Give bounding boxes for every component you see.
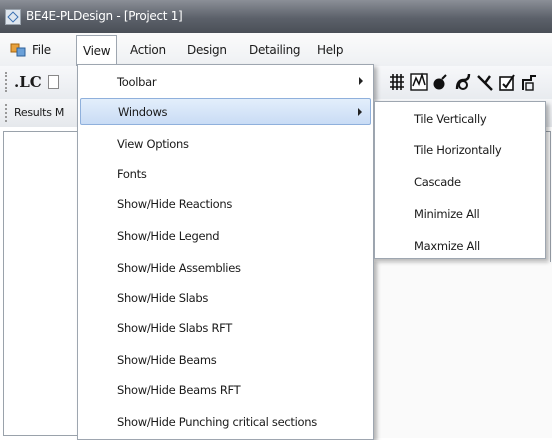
toolbar-grip[interactable] (5, 104, 9, 122)
view-menu-item-show-hide-legend[interactable]: Show/Hide Legend (80, 222, 371, 249)
menu-item-label: Show/Hide Beams RFT (117, 382, 241, 397)
menu-item-label: View Options (117, 136, 189, 151)
menu-item-label: Toolbar (117, 74, 157, 89)
menu-item-label: Show/Hide Reactions (117, 196, 233, 211)
menu-item-label: Show/Hide Assemblies (117, 260, 241, 275)
menu-item-label: Windows (118, 104, 168, 119)
menu-file[interactable]: File (32, 43, 51, 57)
windows-submenu-item-tile-horizontally[interactable]: Tile Horizontally (377, 136, 543, 163)
windows-submenu: Tile Vertically Tile Horizontally Cascade M… (374, 101, 546, 259)
menu-item-label: Fonts (117, 166, 147, 181)
results-button[interactable]: Results M (14, 106, 64, 119)
menu-help[interactable]: Help (317, 43, 343, 57)
view-menu-item-show-hide-punching-critical-sections[interactable]: Show/Hide Punching critical sections (80, 408, 371, 435)
menu-view[interactable]: View (76, 35, 118, 66)
angle-icon[interactable] (476, 72, 494, 92)
menu-action[interactable]: Action (130, 43, 166, 57)
view-menu-item-fonts[interactable]: Fonts (80, 160, 371, 187)
bomb-icon[interactable] (432, 72, 450, 92)
graph-icon[interactable] (410, 72, 428, 92)
view-menu: Toolbar Windows View Options Fonts Show/Hide… (77, 64, 374, 440)
windows-submenu-item-tile-vertically[interactable]: Tile Vertically (377, 105, 543, 132)
menu-item-label: Show/Hide Punching critical sections (117, 414, 317, 429)
view-menu-item-view-options[interactable]: View Options (80, 130, 371, 157)
grid-icon[interactable] (388, 72, 406, 92)
submenu-item-label: Tile Vertically (414, 111, 487, 126)
windows-submenu-item-maxmize-all[interactable]: Maxmize All (377, 232, 543, 259)
app-icon[interactable] (5, 9, 21, 25)
view-menu-item-show-hide-slabs-rft[interactable]: Show/Hide Slabs RFT (80, 314, 371, 341)
view-menu-item-toolbar[interactable]: Toolbar (80, 68, 371, 95)
submenu-item-label: Maxmize All (414, 238, 480, 253)
view-menu-item-show-hide-slabs[interactable]: Show/Hide Slabs (80, 284, 371, 311)
submenu-item-label: Minimize All (414, 206, 480, 221)
view-menu-item-show-hide-beams-rft[interactable]: Show/Hide Beams RFT (80, 376, 371, 403)
view-menu-item-windows[interactable]: Windows (80, 98, 371, 125)
document-menu-icon[interactable] (10, 41, 26, 57)
document-icon[interactable] (48, 75, 59, 89)
view-menu-item-show-hide-reactions[interactable]: Show/Hide Reactions (80, 190, 371, 217)
windows-submenu-item-minimize-all[interactable]: Minimize All (377, 200, 543, 227)
lc-button[interactable]: .LC (14, 73, 42, 91)
view-menu-item-show-hide-beams[interactable]: Show/Hide Beams (80, 346, 371, 373)
menu-item-label: Show/Hide Slabs (117, 290, 209, 305)
windows-submenu-item-cascade[interactable]: Cascade (377, 168, 543, 195)
menu-bar: File View Action Design Detailing Help (0, 33, 552, 67)
bracket-icon[interactable] (520, 72, 538, 92)
menu-item-label: Show/Hide Legend (117, 228, 220, 243)
menu-design[interactable]: Design (187, 43, 227, 57)
title-bar: BE4E-PLDesign - [Project 1] (0, 0, 552, 33)
menu-detailing[interactable]: Detailing (249, 43, 301, 57)
right-panel (374, 262, 552, 438)
view-menu-item-show-hide-assemblies[interactable]: Show/Hide Assemblies (80, 254, 371, 281)
submenu-arrow-icon (359, 77, 363, 85)
bend-icon[interactable] (454, 72, 472, 92)
check-edit-icon[interactable] (498, 72, 516, 92)
submenu-item-label: Tile Horizontally (414, 142, 502, 157)
menu-item-label: Show/Hide Beams (117, 352, 217, 367)
toolbar-grip[interactable] (5, 72, 9, 92)
submenu-arrow-icon (358, 108, 362, 116)
window-title: BE4E-PLDesign - [Project 1] (26, 9, 183, 23)
submenu-item-label: Cascade (414, 174, 461, 189)
menu-item-label: Show/Hide Slabs RFT (117, 320, 232, 335)
